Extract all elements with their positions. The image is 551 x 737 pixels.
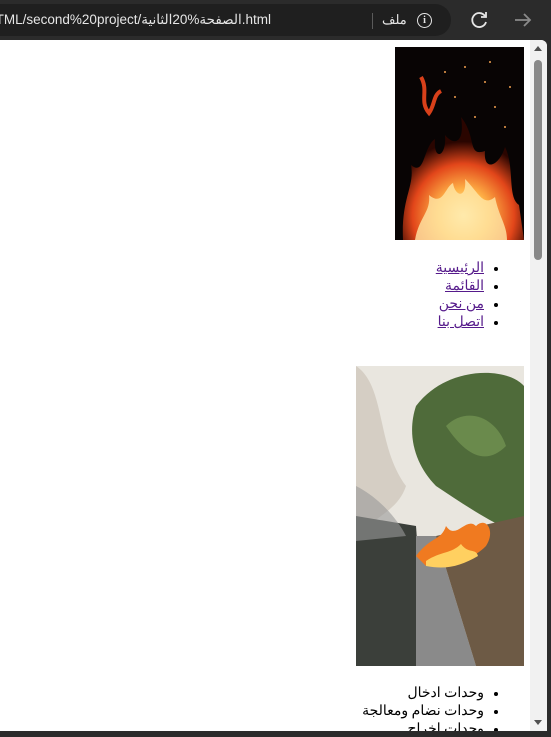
units-item-output: وحدات اخراج xyxy=(362,721,484,731)
nav-item-home: الرئيسية xyxy=(436,260,484,278)
reload-icon[interactable] xyxy=(468,9,490,31)
nav-link-contact[interactable]: اتصل بنا xyxy=(438,315,484,330)
nav-link-menu[interactable]: القائمة xyxy=(445,279,484,294)
nav-link-about[interactable]: من نحن xyxy=(439,297,484,312)
nav-item-contact: اتصل بنا xyxy=(436,314,484,332)
forest-fire-image xyxy=(356,366,524,666)
scroll-down-arrow-icon[interactable] xyxy=(534,720,542,725)
nav-link-home[interactable]: الرئيسية xyxy=(436,261,484,276)
scroll-thumb[interactable] xyxy=(534,60,542,260)
fire-image-graphic xyxy=(395,47,524,240)
nav-item-menu: القائمة xyxy=(436,278,484,296)
info-icon[interactable]: i xyxy=(417,13,432,28)
units-item-input: وحدات ادخال xyxy=(362,685,484,703)
scroll-up-arrow-icon[interactable] xyxy=(534,46,542,51)
address-url[interactable]: ogect%20HTML/second%20project/الصفحة%20ا… xyxy=(0,12,271,28)
page-viewport: الرئيسية القائمة من نحن اتصل بنا وحدات ا… xyxy=(0,40,547,731)
fire-image xyxy=(395,47,524,240)
nav-list: الرئيسية القائمة من نحن اتصل بنا xyxy=(436,260,524,332)
forward-icon[interactable] xyxy=(512,9,534,31)
browser-toolbar: ogect%20HTML/second%20project/الصفحة%20ا… xyxy=(0,0,551,40)
units-item-processing: وحدات نضام ومعالجة xyxy=(362,703,484,721)
nav-item-about: من نحن xyxy=(436,296,484,314)
forest-fire-image-graphic xyxy=(356,366,524,666)
address-separator xyxy=(372,13,373,29)
file-scheme-label[interactable]: ملف xyxy=(382,12,407,28)
units-list: وحدات ادخال وحدات نضام ومعالجة وحدات اخر… xyxy=(362,685,524,731)
address-bar[interactable]: ogect%20HTML/second%20project/الصفحة%20ا… xyxy=(0,4,451,36)
vertical-scrollbar[interactable] xyxy=(530,40,547,731)
page-content: الرئيسية القائمة من نحن اتصل بنا وحدات ا… xyxy=(0,40,530,731)
